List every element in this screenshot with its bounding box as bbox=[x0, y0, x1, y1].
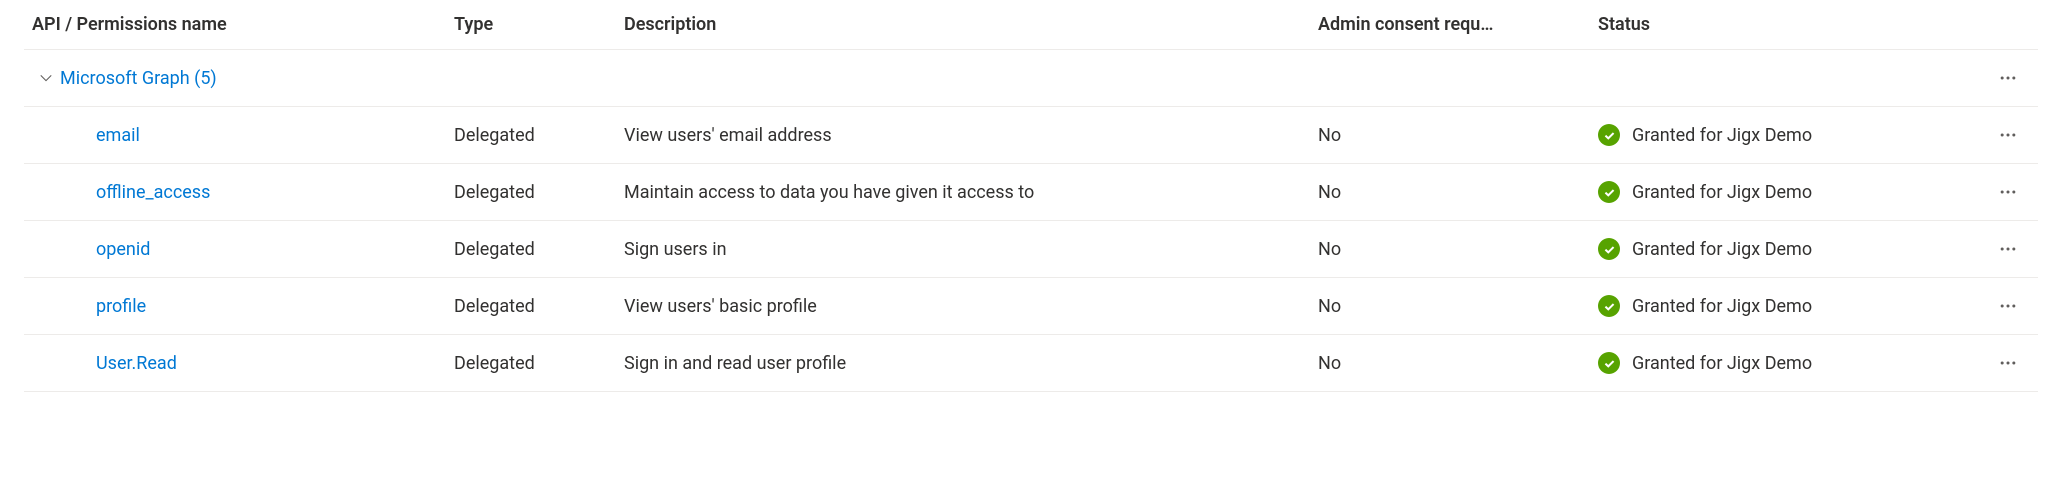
checkmark-circle-icon bbox=[1598, 352, 1620, 374]
checkmark-circle-icon bbox=[1598, 295, 1620, 317]
permission-admin-consent: No bbox=[1318, 182, 1598, 203]
permission-name-link[interactable]: profile bbox=[96, 296, 146, 317]
more-options-button[interactable] bbox=[1994, 235, 2022, 263]
permission-description: Maintain access to data you have given i… bbox=[624, 182, 1318, 203]
permissions-table: API / Permissions name Type Description … bbox=[24, 0, 2038, 392]
permission-name-link[interactable]: User.Read bbox=[96, 353, 177, 374]
column-header-admin-consent[interactable]: Admin consent requ… bbox=[1318, 14, 1598, 35]
more-options-button[interactable] bbox=[1994, 121, 2022, 149]
column-header-name[interactable]: API / Permissions name bbox=[24, 14, 454, 35]
permission-type: Delegated bbox=[454, 296, 624, 317]
permission-admin-consent: No bbox=[1318, 296, 1598, 317]
permission-type: Delegated bbox=[454, 182, 624, 203]
permission-name-link[interactable]: openid bbox=[96, 239, 150, 260]
permission-admin-consent: No bbox=[1318, 125, 1598, 146]
table-row: profile Delegated View users' basic prof… bbox=[24, 278, 2038, 335]
permission-admin-consent: No bbox=[1318, 239, 1598, 260]
more-options-button[interactable] bbox=[1994, 292, 2022, 320]
table-row: openid Delegated Sign users in No Grante… bbox=[24, 221, 2038, 278]
group-label[interactable]: Microsoft Graph (5) bbox=[60, 68, 217, 89]
more-options-button[interactable] bbox=[1994, 349, 2022, 377]
permission-status-text: Granted for Jigx Demo bbox=[1632, 125, 1812, 146]
permission-description: Sign users in bbox=[624, 239, 1318, 260]
permission-name-link[interactable]: offline_access bbox=[96, 182, 210, 203]
permission-name-link[interactable]: email bbox=[96, 125, 140, 146]
chevron-down-icon[interactable] bbox=[32, 71, 60, 85]
permission-description: Sign in and read user profile bbox=[624, 353, 1318, 374]
table-row: email Delegated View users' email addres… bbox=[24, 107, 2038, 164]
checkmark-circle-icon bbox=[1598, 124, 1620, 146]
permission-status-text: Granted for Jigx Demo bbox=[1632, 296, 1812, 317]
permission-type: Delegated bbox=[454, 125, 624, 146]
group-row-microsoft-graph[interactable]: Microsoft Graph (5) bbox=[24, 50, 2038, 107]
checkmark-circle-icon bbox=[1598, 181, 1620, 203]
more-options-button[interactable] bbox=[1994, 64, 2022, 92]
permission-status-text: Granted for Jigx Demo bbox=[1632, 182, 1812, 203]
permission-status-text: Granted for Jigx Demo bbox=[1632, 353, 1812, 374]
column-header-description[interactable]: Description bbox=[624, 14, 1318, 35]
permission-description: View users' email address bbox=[624, 125, 1318, 146]
permission-description: View users' basic profile bbox=[624, 296, 1318, 317]
checkmark-circle-icon bbox=[1598, 238, 1620, 260]
permission-type: Delegated bbox=[454, 239, 624, 260]
table-header-row: API / Permissions name Type Description … bbox=[24, 0, 2038, 50]
column-header-type[interactable]: Type bbox=[454, 14, 624, 35]
permission-status-text: Granted for Jigx Demo bbox=[1632, 239, 1812, 260]
table-row: offline_access Delegated Maintain access… bbox=[24, 164, 2038, 221]
permission-type: Delegated bbox=[454, 353, 624, 374]
table-row: User.Read Delegated Sign in and read use… bbox=[24, 335, 2038, 392]
column-header-status[interactable]: Status bbox=[1598, 14, 1978, 35]
permission-admin-consent: No bbox=[1318, 353, 1598, 374]
more-options-button[interactable] bbox=[1994, 178, 2022, 206]
